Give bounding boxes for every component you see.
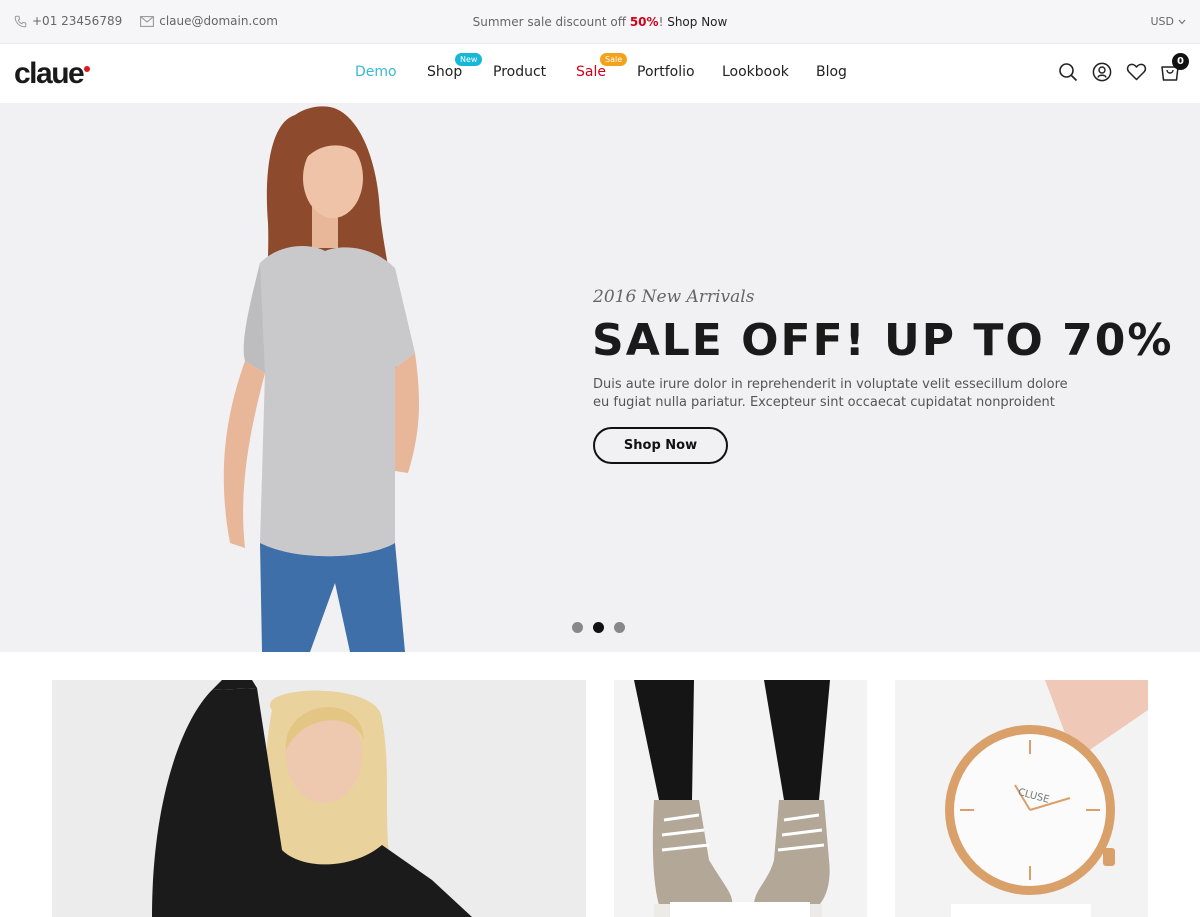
sale-badge: Sale — [600, 53, 628, 66]
promo-separator: ! — [658, 15, 664, 29]
promo-highlight: 50% — [629, 15, 659, 29]
nav-item-portfolio[interactable]: Portfolio — [637, 64, 695, 80]
nav-item-sale-label: Sale — [576, 64, 606, 80]
category-tile-accessories[interactable]: CLUSE — [895, 680, 1148, 917]
search-button[interactable] — [1058, 62, 1078, 82]
slider-dot-2[interactable] — [593, 622, 604, 633]
nav-item-demo[interactable]: Demo — [355, 64, 397, 80]
watch-image: CLUSE — [945, 680, 1148, 917]
nav-item-shop-label: Shop — [427, 64, 463, 80]
promo-banner: Summer sale discount off 50%! Shop Now — [0, 15, 1200, 29]
hero-description-line-2: eu fugiat nulla pariatur. Excepteur sint… — [593, 395, 1055, 410]
hero-title: SALE OFF! UP TO 70% — [592, 315, 1174, 366]
nav-item-blog[interactable]: Blog — [816, 64, 847, 80]
promo-shop-now-link[interactable]: Shop Now — [667, 15, 727, 29]
nav-item-product[interactable]: Product — [493, 64, 546, 80]
hero-subtitle: 2016 New Arrivals — [593, 287, 755, 307]
chevron-down-icon — [1178, 19, 1186, 24]
hero-slider: 2016 New Arrivals SALE OFF! UP TO 70% Du… — [0, 103, 1200, 652]
new-badge: New — [455, 53, 483, 66]
wishlist-button[interactable] — [1126, 62, 1147, 82]
hero-description: Duis aute irure dolor in reprehenderit i… — [593, 376, 1113, 412]
category-tile-women[interactable] — [52, 680, 586, 917]
slider-dot-3[interactable] — [614, 622, 625, 633]
currency-value: USD — [1150, 15, 1174, 28]
nav-item-shop[interactable]: Shop New — [427, 53, 483, 80]
category-tile-shoes[interactable] — [614, 680, 867, 917]
hero-description-line-1: Duis aute irure dolor in reprehenderit i… — [593, 377, 1068, 392]
user-icon — [1092, 62, 1112, 82]
hero-shop-now-button[interactable]: Shop Now — [593, 427, 728, 464]
heart-icon — [1126, 63, 1147, 81]
tile-label-box — [670, 902, 810, 917]
hero-model-image — [223, 106, 420, 652]
nav-item-sale[interactable]: Sale Sale — [576, 53, 628, 80]
women-sweater-image — [152, 680, 472, 917]
slider-dot-1[interactable] — [572, 622, 583, 633]
account-button[interactable] — [1092, 62, 1112, 82]
cart-count-badge: 0 — [1172, 53, 1189, 70]
main-header: claue Demo Shop New Product Sale Sale Po… — [0, 44, 1200, 103]
header-actions: 0 — [1058, 53, 1189, 82]
promo-text: Summer sale discount off — [472, 15, 626, 29]
slider-dots — [572, 622, 625, 633]
top-bar: +01 23456789 claue@domain.com Summer sal… — [0, 0, 1200, 44]
sneakers-image — [634, 680, 830, 917]
search-icon — [1059, 63, 1078, 82]
main-nav: Demo Shop New Product Sale Sale Portfoli… — [0, 53, 1200, 84]
nav-item-lookbook[interactable]: Lookbook — [722, 64, 789, 80]
cart-button[interactable]: 0 — [1160, 53, 1189, 82]
currency-selector[interactable]: USD — [1150, 15, 1186, 28]
